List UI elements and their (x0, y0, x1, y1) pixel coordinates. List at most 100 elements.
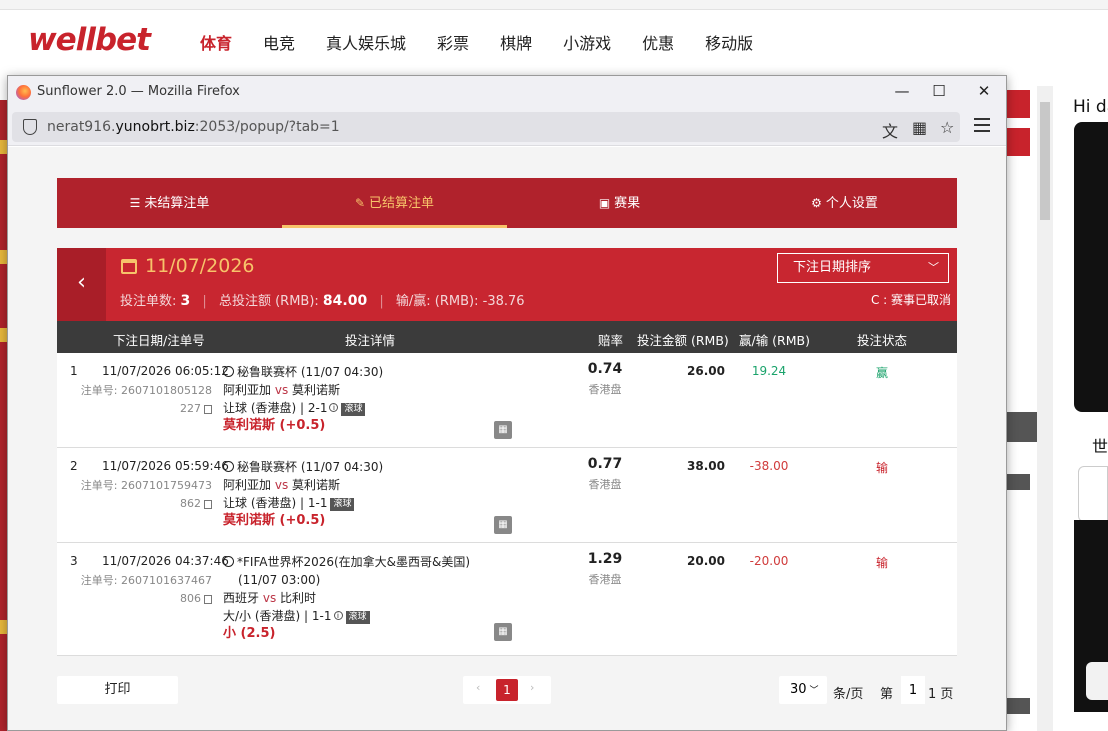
list-icon: ☰ (129, 196, 141, 210)
nav-sports[interactable]: 体育 (200, 30, 232, 54)
match-time: (11/07 03:00) (238, 573, 321, 587)
minimize-icon[interactable]: — (892, 81, 912, 101)
nav-minigames[interactable]: 小游戏 (563, 30, 611, 54)
background-greeting: Hi da (1073, 97, 1108, 117)
col-odds: 赔率 (598, 333, 624, 348)
chevron-down-icon: ﹀ (809, 686, 819, 696)
page-button-1[interactable]: 1 (496, 679, 518, 701)
soccer-ball-icon (223, 461, 234, 472)
sort-select[interactable]: 下注日期排序 ﹀ (777, 253, 949, 283)
scoreboard-icon[interactable]: ▦ (494, 421, 512, 439)
bookmarks-bar (0, 0, 1108, 10)
bet-count: 3 (180, 293, 191, 309)
copy-icon[interactable] (204, 404, 212, 414)
odds-type: 香港盘 (588, 478, 622, 491)
bet-detail: *FIFA世界杯2026(在加拿大&墨西哥&美国) (11/07 03:00) … (223, 555, 471, 641)
site-nav: 体育 电竞 真人娱乐城 彩票 棋牌 小游戏 优惠 移动版 (200, 30, 784, 54)
site-logo[interactable]: wellbet (28, 22, 151, 58)
col-stake: 投注金额 (RMB) (637, 333, 729, 348)
nav-live-casino[interactable]: 真人娱乐城 (326, 30, 406, 54)
total-stake: 84.00 (322, 293, 368, 309)
background-dark-panel (1074, 122, 1108, 412)
hamburger-menu-icon[interactable] (974, 118, 990, 132)
window-titlebar[interactable]: Sunflower 2.0 — Mozilla Firefox — ☐ ✕ (8, 76, 1006, 108)
address-field[interactable]: nerat916.yunobrt.biz:2053/popup/?tab=1 文… (12, 112, 960, 142)
calendar-icon (121, 259, 137, 274)
print-button[interactable]: 打印 (57, 676, 178, 704)
bet-detail: 秘鲁联赛杯 (11/07 04:30) 阿利亚加 vs 莫利诺斯 让球 (香港盘… (223, 365, 384, 433)
goto-suffix: 1 页 (928, 687, 954, 702)
previous-date-button[interactable]: ‹ (57, 248, 106, 321)
background-world-label: 世 (1092, 437, 1108, 456)
background-scrollbar[interactable] (1037, 86, 1053, 731)
total-pnl: -38.76 (482, 294, 525, 309)
popup-content: ☰ 未结算注单 ✎ 已结算注单 ▣ 赛果 ⚙ 个人设置 ‹ 11/07/2026 投注单… (8, 147, 1006, 730)
nav-promotions[interactable]: 优惠 (642, 30, 674, 54)
soccer-ball-icon (223, 556, 234, 567)
nav-lottery[interactable]: 彩票 (437, 30, 469, 54)
col-status: 投注状态 (857, 333, 908, 348)
scoreboard-icon: ▣ (598, 196, 611, 210)
bet-pnl: -38.00 (749, 459, 789, 473)
summary-stats: 投注单数: 3 | 总投注额 (RMB): 84.00 | 输/赢: (RMB)… (120, 293, 525, 309)
url-text[interactable]: nerat916.yunobrt.biz:2053/popup/?tab=1 (47, 119, 340, 135)
table-header: 下注日期/注单号 投注详情 赔率 投注金额 (RMB) 赢/输 (RMB) 投注… (57, 321, 957, 353)
site-header: wellbet 体育 电竞 真人娱乐城 彩票 棋牌 小游戏 优惠 移动版 (0, 10, 1108, 74)
col-detail: 投注详情 (345, 333, 396, 348)
gear-icon: ⚙ (811, 196, 822, 210)
scoreboard-icon[interactable]: ▦ (494, 516, 512, 534)
bet-status: 赢 (875, 366, 888, 380)
close-icon[interactable]: ✕ (974, 81, 994, 101)
settled-icon: ✎ (354, 196, 366, 210)
scoreboard-icon[interactable]: ▦ (494, 623, 512, 641)
pagination: ‹ 1 › (463, 676, 551, 704)
copy-icon[interactable] (204, 594, 212, 604)
per-page-select[interactable]: 30 ﹀ (779, 676, 827, 704)
row-index: 1 (70, 364, 78, 378)
row-index: 2 (70, 459, 78, 473)
bet-pick: 小 (2.5) (223, 626, 276, 641)
translate-icon[interactable]: 文 (882, 118, 898, 142)
bet-pick: 莫利诺斯 (+0.5) (223, 513, 326, 528)
info-icon[interactable]: i (329, 403, 339, 412)
prev-page-button[interactable]: ‹ (476, 681, 480, 694)
background-star-box (1006, 412, 1037, 442)
bookmark-star-icon[interactable]: ☆ (940, 118, 954, 137)
firefox-icon (16, 85, 31, 100)
background-dropdown (1006, 128, 1030, 156)
bet-pnl: -20.00 (749, 554, 789, 568)
bet-status: 输 (875, 556, 888, 570)
bet-status: 输 (875, 461, 888, 475)
copy-icon[interactable] (204, 499, 212, 509)
background-settings-button (1006, 90, 1030, 118)
nav-mobile[interactable]: 移动版 (705, 30, 753, 54)
tab-settled-bets[interactable]: ✎ 已结算注单 (282, 178, 507, 228)
bet-odds: 1.29 (587, 551, 623, 567)
bet-stake: 38.00 (687, 459, 725, 473)
goto-page-input[interactable] (901, 676, 925, 704)
bet-odds: 0.77 (587, 456, 623, 472)
tab-results[interactable]: ▣ 赛果 (507, 178, 732, 228)
col-date: 下注日期/注单号 (113, 333, 205, 348)
background-input-stub (1086, 662, 1108, 700)
nav-esports[interactable]: 电竞 (263, 30, 295, 54)
info-icon[interactable]: i (333, 611, 343, 620)
tab-settings[interactable]: ⚙ 个人设置 (732, 178, 957, 228)
tab-unsettled-bets[interactable]: ☰ 未结算注单 (57, 178, 282, 228)
next-page-button[interactable]: › (530, 681, 534, 694)
row-index: 3 (70, 554, 78, 568)
summary-date: 11/07/2026 (145, 255, 255, 277)
live-tag: 滚球 (345, 611, 370, 624)
bet-datetime: 11/07/2026 06:05:12 (102, 364, 229, 378)
cancel-legend: C : 赛事已取消 (870, 293, 951, 307)
table-row: 2 11/07/2026 05:59:46 注单号: 2607101759473… (57, 448, 957, 543)
maximize-icon[interactable]: ☐ (929, 81, 949, 101)
nav-cards[interactable]: 棋牌 (500, 30, 532, 54)
shield-icon[interactable] (23, 119, 37, 135)
bet-pnl: 19.24 (751, 364, 787, 378)
bet-pick: 莫利诺斯 (+0.5) (223, 418, 326, 433)
firefox-popup-window: Sunflower 2.0 — Mozilla Firefox — ☐ ✕ ne… (7, 75, 1007, 731)
live-tag: 滚球 (330, 498, 355, 511)
bet-odds: 0.74 (587, 361, 623, 377)
qr-code-icon[interactable]: ▦ (912, 118, 927, 137)
